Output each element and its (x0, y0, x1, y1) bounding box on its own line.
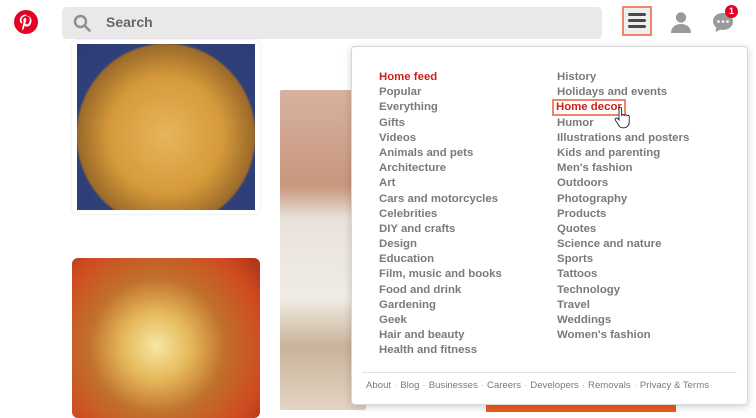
footer-link-privacy-terms[interactable]: Privacy & Terms (640, 380, 709, 391)
pinterest-logo-icon[interactable] (14, 10, 38, 34)
footer-link-developers[interactable]: Developers (530, 380, 579, 391)
menu-icon (628, 13, 646, 28)
menu-item-popular[interactable]: Popular (379, 85, 502, 100)
menu-item-health-and-fitness[interactable]: Health and fitness (379, 343, 502, 358)
search-icon (73, 14, 91, 32)
menu-item-diy-and-crafts[interactable]: DIY and crafts (379, 222, 502, 237)
footer-link-blog[interactable]: Blog (400, 380, 419, 391)
menu-item-art[interactable]: Art (379, 176, 502, 191)
footer-separator: · (633, 380, 637, 391)
category-menu: Home feed Popular Everything Gifts Videos Ani… (351, 46, 748, 405)
footer-separator: · (524, 380, 528, 391)
footer-separator: · (422, 380, 426, 391)
pin-souffle[interactable] (72, 40, 260, 214)
menu-item-gifts[interactable]: Gifts (379, 116, 502, 131)
menu-item-cars-and-motorcycles[interactable]: Cars and motorcycles (379, 192, 502, 207)
footer-separator: · (480, 380, 484, 391)
menu-item-illustrations-and-posters[interactable]: Illustrations and posters (557, 131, 689, 146)
menu-footer: About · Blog · Businesses · Careers · Developers… (366, 380, 709, 391)
menu-item-home-feed[interactable]: Home feed (379, 70, 502, 85)
menu-item-technology[interactable]: Technology (557, 283, 689, 298)
menu-item-kids-and-parenting[interactable]: Kids and parenting (557, 146, 689, 161)
menu-item-photography[interactable]: Photography (557, 192, 689, 207)
menu-item-everything[interactable]: Everything (379, 100, 502, 115)
menu-item-outdoors[interactable]: Outdoors (557, 176, 689, 191)
menu-item-design[interactable]: Design (379, 237, 502, 252)
footer-link-careers[interactable]: Careers (487, 380, 521, 391)
footer-link-businesses[interactable]: Businesses (429, 380, 478, 391)
menu-item-gardening[interactable]: Gardening (379, 298, 502, 313)
menu-item-weddings[interactable]: Weddings (557, 313, 689, 328)
menu-item-science-and-nature[interactable]: Science and nature (557, 237, 689, 252)
menu-item-holidays-and-events[interactable]: Holidays and events (557, 85, 689, 100)
menu-button[interactable] (622, 6, 652, 36)
menu-item-women-s-fashion[interactable]: Women's fashion (557, 328, 689, 343)
menu-item-history[interactable]: History (557, 70, 689, 85)
user-icon[interactable] (669, 10, 693, 34)
search-input[interactable]: Search (106, 14, 153, 30)
footer-link-about[interactable]: About (366, 380, 391, 391)
pin-image (77, 44, 255, 210)
footer-separator: · (394, 380, 398, 391)
footer-link-removals[interactable]: Removals (588, 380, 631, 391)
menu-item-education[interactable]: Education (379, 252, 502, 267)
menu-item-celebrities[interactable]: Celebrities (379, 207, 502, 222)
hand-cursor-icon (614, 107, 630, 129)
menu-item-geek[interactable]: Geek (379, 313, 502, 328)
menu-item-tattoos[interactable]: Tattoos (557, 267, 689, 282)
menu-item-travel[interactable]: Travel (557, 298, 689, 313)
menu-item-hair-and-beauty[interactable]: Hair and beauty (379, 328, 502, 343)
notification-badge: 1 (725, 5, 738, 18)
menu-item-quotes[interactable]: Quotes (557, 222, 689, 237)
menu-item-film-music-and-books[interactable]: Film, music and books (379, 267, 502, 282)
category-column-1: Home feed Popular Everything Gifts Videos Ani… (379, 70, 502, 359)
footer-divider (362, 372, 737, 373)
pin-fried-cheese[interactable] (72, 258, 260, 418)
menu-item-videos[interactable]: Videos (379, 131, 502, 146)
menu-item-sports[interactable]: Sports (557, 252, 689, 267)
search-bar[interactable]: Search (62, 7, 602, 39)
menu-item-food-and-drink[interactable]: Food and drink (379, 283, 502, 298)
menu-item-architecture[interactable]: Architecture (379, 161, 502, 176)
menu-item-products[interactable]: Products (557, 207, 689, 222)
footer-separator: · (581, 380, 586, 391)
menu-item-animals-and-pets[interactable]: Animals and pets (379, 146, 502, 161)
menu-item-men-s-fashion[interactable]: Men's fashion (557, 161, 689, 176)
